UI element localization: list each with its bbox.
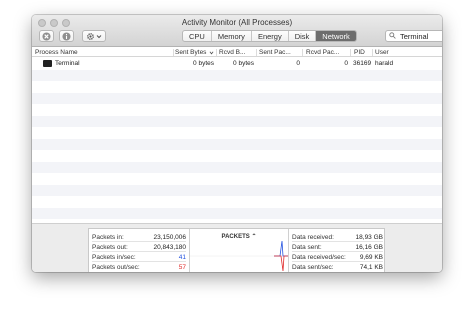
empty-row <box>32 161 442 173</box>
gear-icon <box>86 32 95 41</box>
stat-row: Packets out/sec: 57 <box>92 262 186 272</box>
empty-row <box>32 69 442 81</box>
column-divider[interactable] <box>350 49 351 56</box>
summary-panel: Packets in: 23,150,006 Packets out: 20,8… <box>32 223 442 272</box>
data-received-sec-value: 9,69 KB <box>359 254 383 261</box>
terminal-app-icon <box>43 60 52 67</box>
process-name-cell: Terminal <box>55 60 80 67</box>
rcvd-bytes-cell: 0 bytes <box>233 60 254 67</box>
search-input[interactable]: Terminal <box>400 32 442 41</box>
stat-row: Data received/sec: 9,69 KB <box>292 252 383 262</box>
column-header-sent-packets[interactable]: Sent Pac... <box>259 49 291 56</box>
close-process-icon <box>42 31 51 41</box>
stat-row: Packets in/sec: 41 <box>92 252 186 262</box>
data-sent-sec-label: Data sent/sec: <box>292 264 334 271</box>
data-received-sec-label: Data received/sec: <box>292 254 346 261</box>
activity-monitor-window: Activity Monitor (All Processes) CPU Mem… <box>32 15 442 272</box>
process-table: Terminal 0 bytes 0 bytes 0 0 36169 haral… <box>32 58 442 223</box>
packets-in-sec-label: Packets in/sec: <box>92 254 136 261</box>
pid-cell: 36169 <box>353 60 372 67</box>
tab-cpu[interactable]: CPU <box>183 31 212 41</box>
packets-in-label: Packets in: <box>92 234 124 241</box>
user-cell: harald <box>375 60 394 67</box>
toolbar: Activity Monitor (All Processes) CPU Mem… <box>32 15 442 47</box>
empty-row <box>32 81 442 93</box>
column-header-process-name[interactable]: Process Name <box>35 49 78 56</box>
column-divider[interactable] <box>216 49 217 56</box>
packets-in-value: 23,150,006 <box>153 234 186 241</box>
stat-row: Packets out: 20,843,180 <box>92 242 186 252</box>
column-header-rcvd-packets[interactable]: Rcvd Pac... <box>306 49 339 56</box>
packets-out-sec-value: 57 <box>178 264 186 271</box>
empty-row <box>32 196 442 208</box>
chevron-down-icon <box>96 34 102 39</box>
packets-out-value: 20,843,180 <box>153 244 186 251</box>
packets-stats: Packets in: 23,150,006 Packets out: 20,8… <box>89 229 189 272</box>
column-header-user[interactable]: User <box>375 49 389 56</box>
empty-row <box>32 115 442 127</box>
sent-bytes-cell: 0 bytes <box>193 60 214 67</box>
stat-row: Data sent: 16,16 GB <box>292 242 383 252</box>
inspect-process-button[interactable] <box>59 30 74 42</box>
tab-memory[interactable]: Memory <box>212 31 252 41</box>
packets-graph-svg <box>190 240 288 272</box>
data-received-value: 18,93 GB <box>355 234 383 241</box>
column-divider[interactable] <box>173 49 174 56</box>
sent-packets-cell: 0 <box>296 60 300 67</box>
tab-disk[interactable]: Disk <box>289 31 317 41</box>
column-header-rcvd-bytes[interactable]: Rcvd B... <box>219 49 245 56</box>
table-header: Process Name Sent Bytes Rcvd B... Sent P… <box>32 48 442 57</box>
search-icon <box>389 31 396 41</box>
network-stats-box: Packets in: 23,150,006 Packets out: 20,8… <box>88 228 385 272</box>
rcvd-packets-cell: 0 <box>344 60 348 67</box>
tab-energy[interactable]: Energy <box>252 31 289 41</box>
data-sent-value: 16,16 GB <box>355 244 383 251</box>
packets-out-label: Packets out: <box>92 244 128 251</box>
data-stats: Data received: 18,93 GB Data sent: 16,16… <box>289 229 386 272</box>
sort-descending-icon <box>209 50 214 57</box>
empty-row <box>32 92 442 104</box>
data-received-label: Data received: <box>292 234 334 241</box>
tab-network[interactable]: Network <box>316 31 356 41</box>
empty-row <box>32 184 442 196</box>
search-field[interactable]: Terminal ✕ <box>385 30 442 42</box>
view-tabs: CPU Memory Energy Disk Network <box>182 30 357 42</box>
quit-process-button[interactable] <box>39 30 54 42</box>
empty-row <box>32 150 442 162</box>
column-header-pid[interactable]: PID <box>354 49 365 56</box>
empty-row <box>32 207 442 219</box>
window-title: Activity Monitor (All Processes) <box>181 18 293 27</box>
info-icon <box>62 31 71 41</box>
empty-row <box>32 173 442 185</box>
packets-out-sec-label: Packets out/sec: <box>92 264 140 271</box>
stat-row: Data received: 18,93 GB <box>292 232 383 242</box>
packets-graph: PACKETS ⌃ <box>190 229 288 272</box>
packets-in-sec-value: 41 <box>178 254 186 261</box>
column-divider[interactable] <box>256 49 257 56</box>
column-divider[interactable] <box>372 49 373 56</box>
stat-row: Data sent/sec: 74,1 KB <box>292 262 383 272</box>
empty-row <box>32 127 442 139</box>
stat-row: Packets in: 23,150,006 <box>92 232 186 242</box>
action-menu-button[interactable] <box>82 30 106 42</box>
column-divider[interactable] <box>302 49 303 56</box>
data-sent-sec-value: 74,1 KB <box>359 264 383 271</box>
table-row[interactable]: Terminal 0 bytes 0 bytes 0 0 36169 haral… <box>32 58 442 70</box>
column-header-sent-bytes[interactable]: Sent Bytes <box>175 49 206 56</box>
empty-row <box>32 104 442 116</box>
data-sent-label: Data sent: <box>292 244 322 251</box>
empty-row <box>32 138 442 150</box>
